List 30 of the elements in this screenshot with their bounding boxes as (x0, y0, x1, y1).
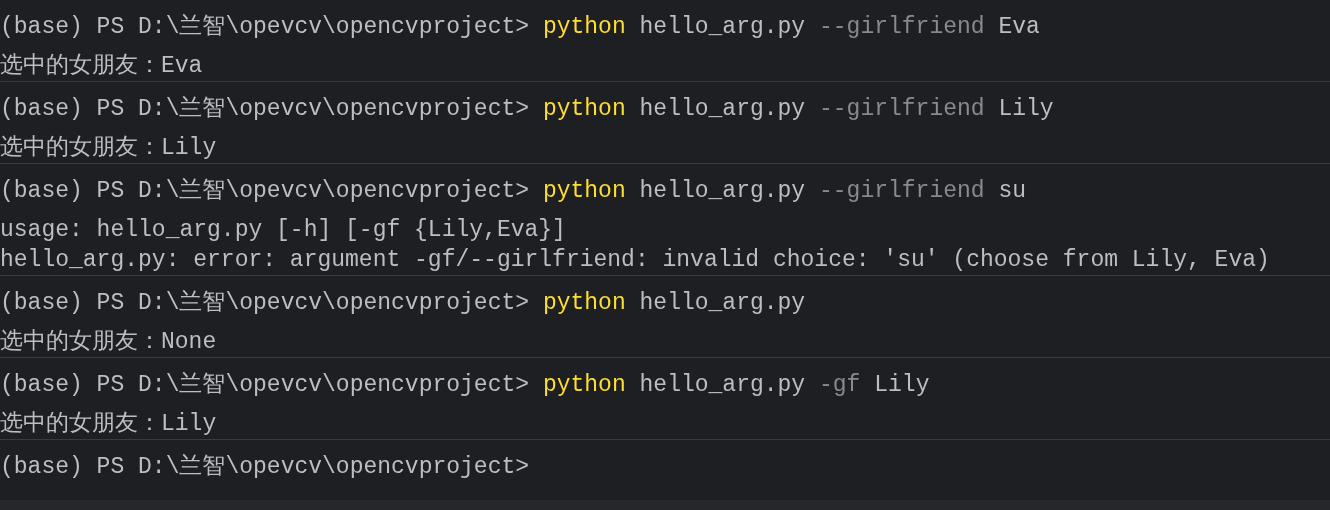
shell-prompt: (base) PS D:\兰智\opevcv\opencvproject> (0, 178, 530, 204)
argument-text: hello_arg.py (639, 14, 806, 40)
program-text: python (542, 290, 626, 316)
output-line: 选中的女朋友：Eva (0, 53, 203, 79)
shell-prompt: (base) PS D:\兰智\opevcv\opencvproject> (0, 14, 530, 40)
argument-text: Eva (998, 14, 1040, 40)
shell-prompt: (base) PS D:\兰智\opevcv\opencvproject> (0, 290, 530, 316)
output-line: 选中的女朋友：Lily (0, 411, 217, 437)
argument-text: Lily (874, 372, 930, 398)
argument-text: su (998, 178, 1027, 204)
program-text: python (542, 178, 626, 204)
shell-prompt: (base) PS D:\兰智\opevcv\opencvproject> (0, 96, 530, 122)
option-text: --girlfriend (819, 96, 985, 122)
program-text: python (542, 372, 626, 398)
output-line: usage: hello_arg.py [-h] [-gf {Lily,Eva}] (0, 217, 566, 243)
option-text: -gf (819, 372, 861, 398)
argument-text: hello_arg.py (639, 290, 806, 316)
output-line: hello_arg.py: error: argument -gf/--girlfriend: invalid choice: 'su' (choose from Lily, Eva) (0, 247, 1270, 273)
option-text: --girlfriend (819, 178, 985, 204)
argument-text: hello_arg.py (639, 96, 806, 122)
output-line: 选中的女朋友：None (0, 329, 217, 355)
shell-prompt: (base) PS D:\兰智\opevcv\opencvproject> (0, 372, 530, 398)
output-line: 选中的女朋友：Lily (0, 135, 217, 161)
shell-prompt: (base) PS D:\兰智\opevcv\opencvproject> (0, 454, 530, 480)
argument-text: hello_arg.py (639, 178, 806, 204)
argument-text: hello_arg.py (639, 372, 806, 398)
program-text: python (542, 96, 626, 122)
argument-text: Lily (998, 96, 1054, 122)
option-text: --girlfriend (819, 14, 985, 40)
program-text: python (542, 14, 626, 40)
